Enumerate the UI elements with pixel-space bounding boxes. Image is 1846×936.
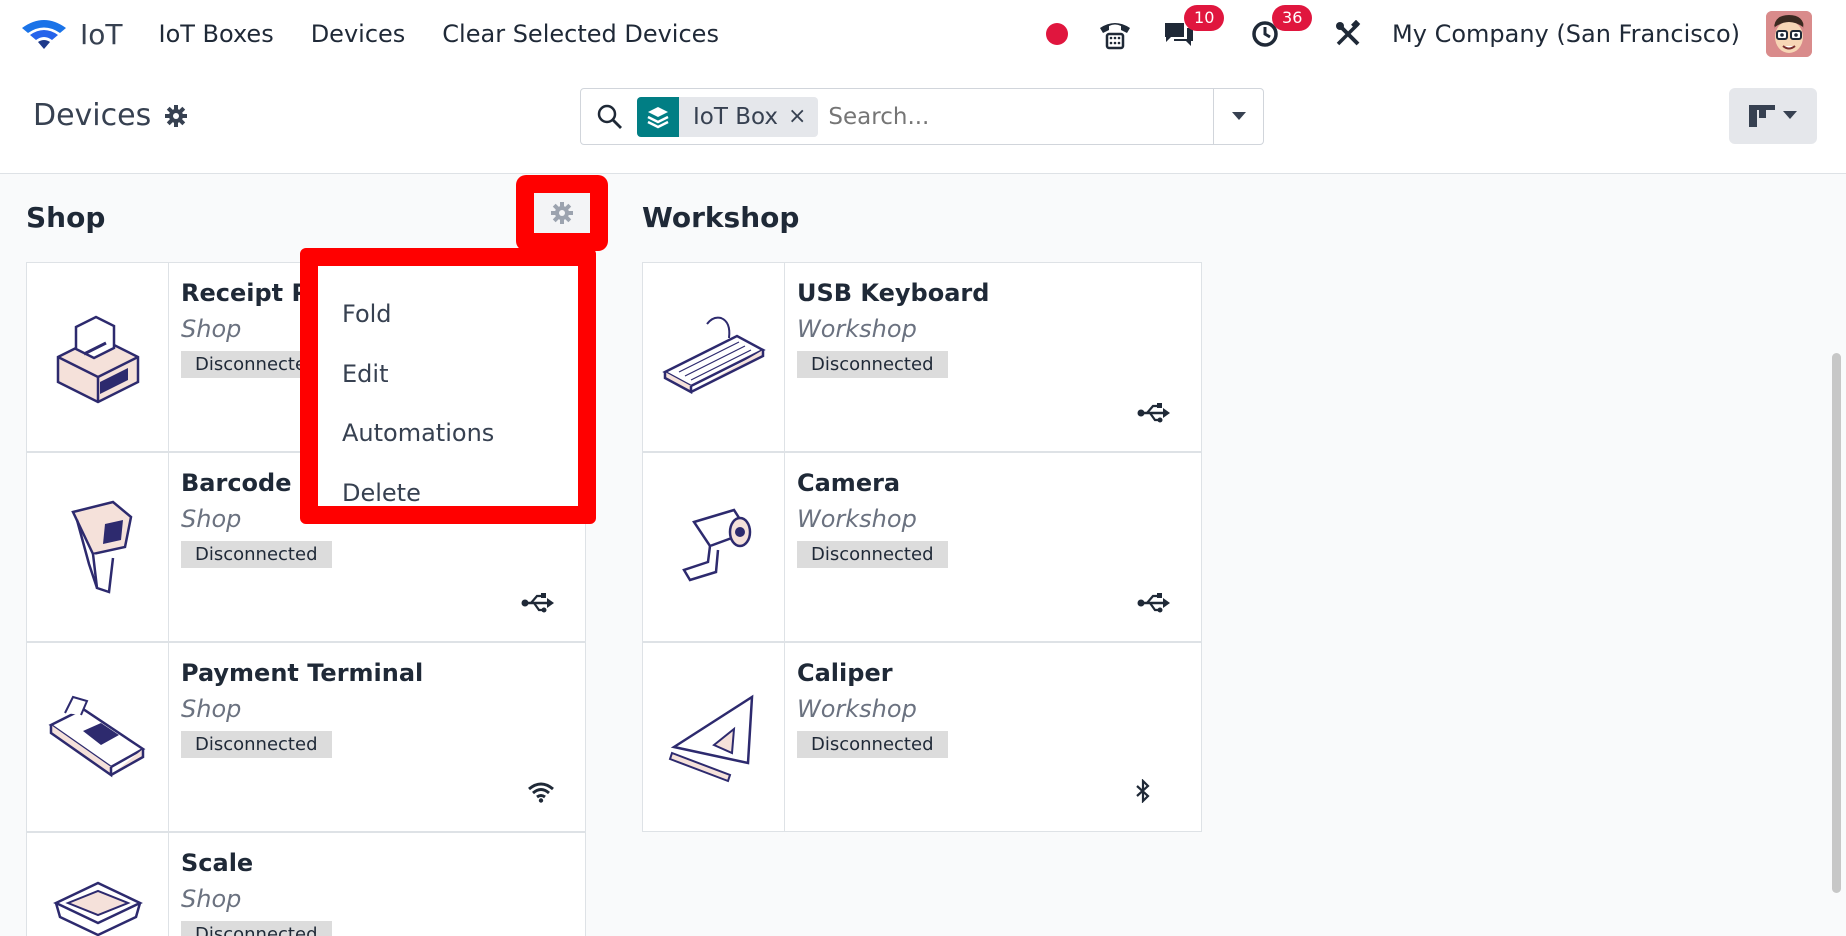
device-name: Scale — [181, 849, 254, 877]
status-badge: Disconnected — [181, 921, 332, 936]
app-name: IoT — [80, 17, 123, 51]
device-group: Workshop — [797, 505, 917, 533]
search-options-toggle[interactable] — [1213, 89, 1263, 144]
control-panel: Devices IoT Box × Search... — [0, 68, 1846, 174]
caret-down-icon — [1231, 111, 1246, 120]
dropdown-item-fold[interactable]: Fold — [342, 300, 392, 328]
facet-label: IoT Box — [693, 103, 778, 130]
search-facet: IoT Box × — [637, 96, 819, 137]
printer-icon — [27, 263, 169, 451]
recording-indicator[interactable] — [1046, 23, 1069, 45]
menu-clear-selected-devices[interactable]: Clear Selected Devices — [442, 20, 719, 48]
tools-icon — [1336, 20, 1361, 46]
activities-button[interactable]: 36 — [1250, 5, 1313, 49]
search-icon[interactable] — [597, 104, 623, 130]
scale-icon — [27, 833, 169, 936]
gear-icon — [551, 202, 573, 224]
kanban-board: Shop Workshop Receipt Printer Shop Disco… — [0, 175, 1846, 936]
wifi-icon — [528, 782, 554, 803]
avatar-face-icon — [1766, 11, 1812, 57]
status-badge: Disconnected — [181, 541, 332, 568]
caret-down-icon — [1783, 111, 1797, 119]
phone-icon — [1100, 23, 1131, 50]
device-name: USB Keyboard — [797, 279, 990, 307]
usb-icon — [521, 593, 554, 613]
facet-remove-button[interactable]: × — [788, 104, 818, 129]
device-name: Caliper — [797, 659, 893, 687]
column-title-shop[interactable]: Shop — [26, 201, 105, 234]
device-card[interactable]: USB Keyboard Workshop Disconnected — [642, 262, 1202, 452]
top-navbar: IoT IoT Boxes Devices Clear Selected Dev… — [0, 0, 1846, 68]
app-brand[interactable]: IoT — [20, 16, 123, 52]
menu-devices[interactable]: Devices — [311, 20, 406, 48]
search-input[interactable] — [828, 103, 1209, 130]
company-switcher[interactable]: My Company (San Francisco) — [1392, 20, 1740, 48]
debug-tools-button[interactable] — [1334, 20, 1362, 48]
user-avatar[interactable] — [1766, 11, 1812, 57]
usb-icon — [1137, 403, 1170, 423]
camera-icon — [643, 453, 785, 641]
bluetooth-icon — [1136, 779, 1150, 803]
status-badge: Disconnected — [797, 541, 948, 568]
device-group: Workshop — [797, 695, 917, 723]
search-bar: IoT Box × — [580, 88, 1264, 145]
device-group: Workshop — [797, 315, 917, 343]
scrollbar[interactable] — [1832, 353, 1841, 893]
menu-iot-boxes[interactable]: IoT Boxes — [159, 20, 274, 48]
device-card[interactable]: Camera Workshop Disconnected — [642, 452, 1202, 642]
kanban-view-switcher[interactable] — [1729, 88, 1817, 144]
caliper-icon — [643, 643, 785, 831]
page-title-text: Devices — [33, 98, 152, 133]
layers-icon — [637, 96, 679, 137]
status-badge: Disconnected — [797, 351, 948, 378]
status-badge: Disconnected — [181, 731, 332, 758]
keyboard-icon — [643, 263, 785, 451]
device-card[interactable]: Caliper Workshop Disconnected — [642, 642, 1202, 832]
column-settings-dropdown: Fold Edit Automations Delete — [300, 248, 596, 524]
kanban-icon — [1749, 105, 1775, 127]
phone-button[interactable] — [1098, 18, 1132, 50]
messages-badge: 10 — [1184, 5, 1225, 31]
page-title: Devices — [33, 98, 188, 133]
gear-icon[interactable] — [165, 104, 188, 127]
device-group: Shop — [181, 885, 242, 913]
barcode-scanner-icon — [27, 453, 169, 641]
device-card[interactable]: Payment Terminal Shop Disconnected — [26, 642, 586, 832]
column-title-workshop[interactable]: Workshop — [642, 201, 799, 234]
status-badge: Disconnected — [797, 731, 948, 758]
usb-icon — [1137, 593, 1170, 613]
device-card[interactable]: Scale Shop Disconnected — [26, 832, 586, 936]
device-group: Shop — [181, 695, 242, 723]
device-name: Camera — [797, 469, 901, 497]
activities-badge: 36 — [1272, 5, 1313, 31]
dropdown-item-automations[interactable]: Automations — [342, 419, 494, 447]
messages-button[interactable]: 10 — [1162, 5, 1225, 49]
column-settings-button[interactable] — [516, 175, 608, 251]
red-dot-icon — [1046, 23, 1069, 45]
dropdown-item-edit[interactable]: Edit — [342, 360, 388, 388]
iot-logo-icon — [22, 20, 66, 49]
device-name: Payment Terminal — [181, 659, 424, 687]
payment-terminal-icon — [27, 643, 169, 831]
dropdown-item-delete[interactable]: Delete — [342, 479, 421, 507]
